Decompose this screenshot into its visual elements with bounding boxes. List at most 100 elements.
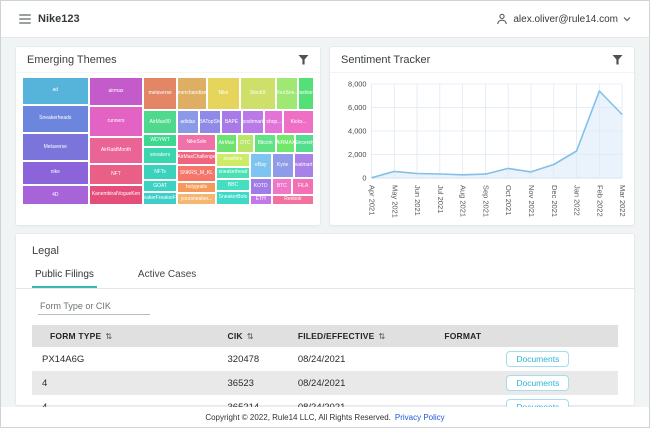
treemap-tile[interactable]: SNKRS_M_KL [177, 165, 216, 182]
treemap-tile[interactable]: resellers [216, 153, 250, 167]
page-footer: Copyright © 2022, Rule14 LLC, All Rights… [1, 407, 649, 427]
treemap-tile[interactable]: GOAT [143, 180, 176, 192]
table-row: 43652308/24/2021Documents [32, 371, 618, 395]
sentiment-chart-wrap: 02,0004,0006,0008,000Apr 2021May 2021Jun… [332, 74, 632, 229]
sort-icon[interactable]: ⇅ [379, 332, 386, 341]
treemap-tile[interactable]: NBATopShot [199, 110, 221, 134]
filter-icon[interactable] [612, 55, 623, 65]
treemap-tile[interactable]: merchandise [177, 77, 208, 110]
treemap-tile[interactable]: fashion [298, 77, 314, 110]
sentiment-tracker-header: Sentiment Tracker [330, 47, 634, 73]
chart-label: Nov 2021 [527, 185, 536, 217]
treemap-tile[interactable]: NFTs [143, 164, 176, 180]
emerging-themes-panel: Emerging Themes adSneakerheadsMetaversen… [15, 46, 321, 226]
tab-active-cases[interactable]: Active Cases [135, 264, 199, 288]
menu-icon[interactable] [19, 14, 31, 24]
sentiment-chart: 02,0004,0006,0008,000Apr 2021May 2021Jun… [332, 74, 632, 224]
treemap-tile[interactable]: KanembiralVogueKen [89, 185, 144, 205]
format-cell: Documents [436, 371, 618, 395]
treemap-tile[interactable]: holygrails [177, 182, 216, 194]
app-title: Nike123 [38, 13, 80, 25]
treemap-tile[interactable]: Kicks... [283, 110, 314, 134]
treemap-tile[interactable]: NFT [89, 164, 144, 184]
chart-label: Aug 2021 [459, 185, 468, 217]
treemap-tile[interactable]: sneakerhead [216, 167, 250, 180]
treemap-tile[interactable]: 4D [22, 185, 89, 205]
documents-button[interactable]: Documents [506, 351, 569, 367]
treemap-tile[interactable]: Bitcoin [254, 134, 276, 153]
treemap-tile[interactable]: Kyrie [272, 153, 294, 179]
treemap-tile[interactable]: Nike [207, 77, 239, 110]
treemap-tile[interactable]: AirMax [216, 134, 236, 153]
column-header-form-type[interactable]: FORM TYPE⇅ [32, 325, 220, 347]
treemap-tile[interactable]: SneakerBots [216, 191, 250, 205]
chevron-down-icon [623, 16, 631, 22]
chart-label: Feb 2022 [595, 185, 604, 217]
treemap-tile[interactable]: yoursneaker... [177, 193, 216, 205]
treemap-tile[interactable]: Reebok [272, 195, 314, 205]
copyright-text: Copyright © 2022, Rule14 LLC, All Rights… [205, 413, 391, 422]
filings-table-header-row: FORM TYPE⇅ CIK⇅ FILED/EFFECTIVE⇅ FORMAT [32, 325, 618, 347]
treemap-tile[interactable]: StockX [240, 77, 277, 110]
emerging-themes-treemap: adSneakerheadsMetaversenike4D airmaxrunne… [22, 77, 314, 205]
documents-button[interactable]: Documents [506, 375, 569, 391]
treemap-tile[interactable]: AirMax90 [143, 110, 176, 134]
treemap-tile[interactable]: ETH [250, 195, 272, 205]
treemap-tile[interactable]: Metaverse [22, 133, 89, 161]
sort-icon[interactable]: ⇅ [247, 332, 254, 341]
treemap-tile[interactable]: NikeSole [177, 134, 216, 151]
chart-label: Oct 2021 [504, 185, 513, 215]
treemap-tile[interactable]: poshmark [242, 110, 264, 134]
column-header-cik[interactable]: CIK⇅ [220, 325, 290, 347]
treemap-tile[interactable]: ad [22, 77, 89, 105]
chart-label: 6,000 [348, 103, 367, 112]
cik-cell: 320478 [220, 347, 290, 371]
treemap-tile[interactable]: FILA [292, 178, 314, 195]
filter-icon[interactable] [298, 55, 309, 65]
user-menu[interactable]: alex.oliver@rule14.com [496, 13, 631, 25]
form-type-cik-input[interactable] [38, 298, 150, 315]
treemap-tile[interactable]: SneakerFreakerFam [143, 192, 176, 205]
treemap-tile[interactable]: BAPE [221, 110, 243, 134]
treemap-tile[interactable]: KOTD [250, 178, 272, 195]
column-header-filed-effective[interactable]: FILED/EFFECTIVE⇅ [290, 325, 437, 347]
chart-label: Sep 2021 [481, 185, 490, 217]
treemap-tile[interactable]: Sneakerheads [22, 105, 89, 134]
chart-label: Jan 2022 [573, 185, 582, 216]
tab-public-filings[interactable]: Public Filings [32, 264, 97, 288]
treemap-tile[interactable]: sneakers [143, 147, 176, 164]
treemap-tile[interactable]: BBC [216, 179, 250, 191]
filed-effective-cell: 08/24/2021 [290, 347, 437, 371]
treemap-tile[interactable]: DTC [237, 134, 255, 153]
chart-label: 8,000 [348, 79, 367, 88]
treemap-tile[interactable]: airmax [89, 77, 144, 106]
chart-label: Apr 2021 [368, 185, 377, 215]
treemap-tile[interactable]: Sincerely [295, 134, 314, 153]
panel-title: Emerging Themes [27, 54, 117, 66]
treemap-tile[interactable]: walmart [294, 153, 314, 179]
treemap-tile[interactable]: shop... [264, 110, 283, 134]
treemap-tile[interactable]: AirRaidMonth [89, 137, 144, 165]
chart-shape [371, 91, 622, 178]
treemap-tile[interactable]: YourSne... [276, 77, 298, 110]
cik-cell: 36523 [220, 371, 290, 395]
privacy-policy-link[interactable]: Privacy Policy [395, 413, 445, 422]
chart-label: Jul 2021 [436, 185, 445, 213]
treemap-tile[interactable]: BTC [272, 178, 292, 195]
chart-label: Jun 2021 [413, 185, 422, 216]
treemap-tile[interactable]: nike [22, 161, 89, 185]
treemap-tile[interactable]: metaverse [143, 77, 176, 110]
chart-label: Mar 2022 [618, 185, 627, 217]
sort-icon[interactable]: ⇅ [105, 332, 112, 341]
treemap-tile[interactable]: AirMaxChallenge [177, 151, 216, 166]
legal-title: Legal [16, 234, 634, 257]
form-type-cell: PX14A6G [32, 347, 220, 371]
chart-label: May 2021 [390, 185, 399, 218]
treemap-tile[interactable]: adidas [177, 110, 199, 134]
brand-area: Nike123 [19, 13, 80, 25]
treemap-tile[interactable]: WDYWT [143, 134, 176, 147]
treemap-tile[interactable]: eBay [250, 153, 272, 179]
treemap-tile[interactable]: AIRMAX [276, 134, 295, 153]
user-email: alex.oliver@rule14.com [513, 14, 618, 25]
treemap-tile[interactable]: runners [89, 106, 144, 137]
